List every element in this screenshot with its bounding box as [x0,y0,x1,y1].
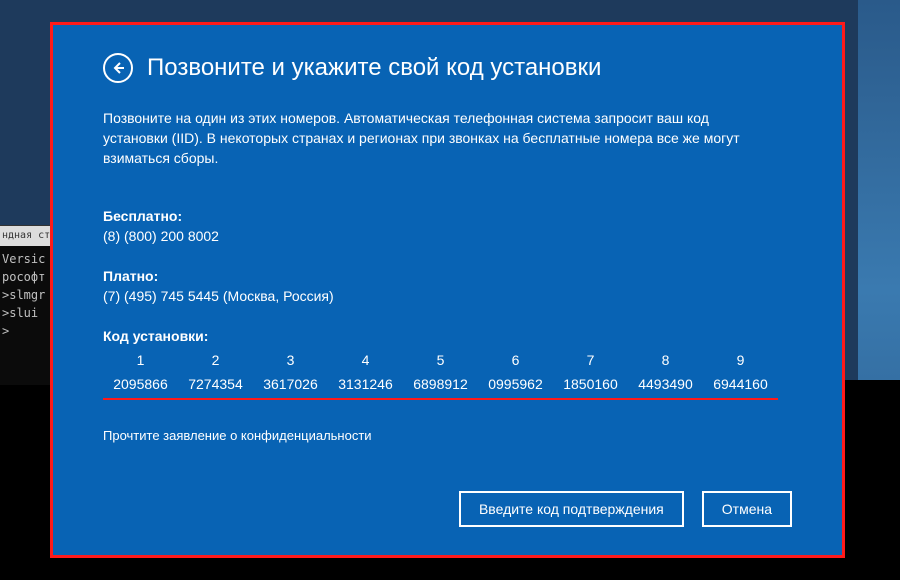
code-col-header: 7 [553,348,628,372]
code-value: 1850160 [553,372,628,396]
free-number: (8) (800) 200 8002 [103,228,792,244]
free-label: Бесплатно: [103,208,792,224]
paid-number: (7) (495) 745 5445 (Москва, Россия) [103,288,792,304]
code-value: 2095866 [103,372,178,396]
privacy-link[interactable]: Прочтите заявление о конфиденциальности [103,428,372,443]
terminal-line: >slui [2,304,56,322]
code-value: 6898912 [403,372,478,396]
terminal-window: ндная ст Versic рософт >slmgr >slui > [0,225,56,385]
code-col-header: 8 [628,348,703,372]
code-value: 7274354 [178,372,253,396]
activation-dialog: Позвоните и укажите свой код установки П… [50,22,845,558]
terminal-title: ндная ст [0,226,56,246]
terminal-line: рософт [2,268,56,286]
enter-confirmation-code-button[interactable]: Введите код подтверждения [459,491,684,527]
cancel-button[interactable]: Отмена [702,491,792,527]
code-col-header: 6 [478,348,553,372]
code-col-header: 5 [403,348,478,372]
instruction-text: Позвоните на один из этих номеров. Автом… [103,108,753,168]
install-code-value-row: 2095866 7274354 3617026 3131246 6898912 … [103,372,778,400]
install-code-section: Код установки: 1 2 3 4 5 6 7 8 9 2095866… [103,328,792,400]
back-button[interactable] [103,53,133,83]
terminal-line: > [2,322,56,340]
dialog-header: Позвоните и укажите свой код установки [103,53,792,83]
terminal-line: Versic [2,250,56,268]
code-col-header: 3 [253,348,328,372]
dialog-buttons: Введите код подтверждения Отмена [459,491,792,527]
arrow-left-icon [111,61,125,75]
code-col-header: 2 [178,348,253,372]
code-value: 0995962 [478,372,553,396]
terminal-line: >slmgr [2,286,56,304]
paid-label: Платно: [103,268,792,284]
install-code-header-row: 1 2 3 4 5 6 7 8 9 [103,348,792,372]
code-value: 4493490 [628,372,703,396]
code-value: 3617026 [253,372,328,396]
install-code-label: Код установки: [103,328,792,344]
code-col-header: 9 [703,348,778,372]
code-value: 6944160 [703,372,778,396]
code-value: 3131246 [328,372,403,396]
page-title: Позвоните и укажите свой код установки [147,54,601,82]
code-col-header: 1 [103,348,178,372]
code-col-header: 4 [328,348,403,372]
